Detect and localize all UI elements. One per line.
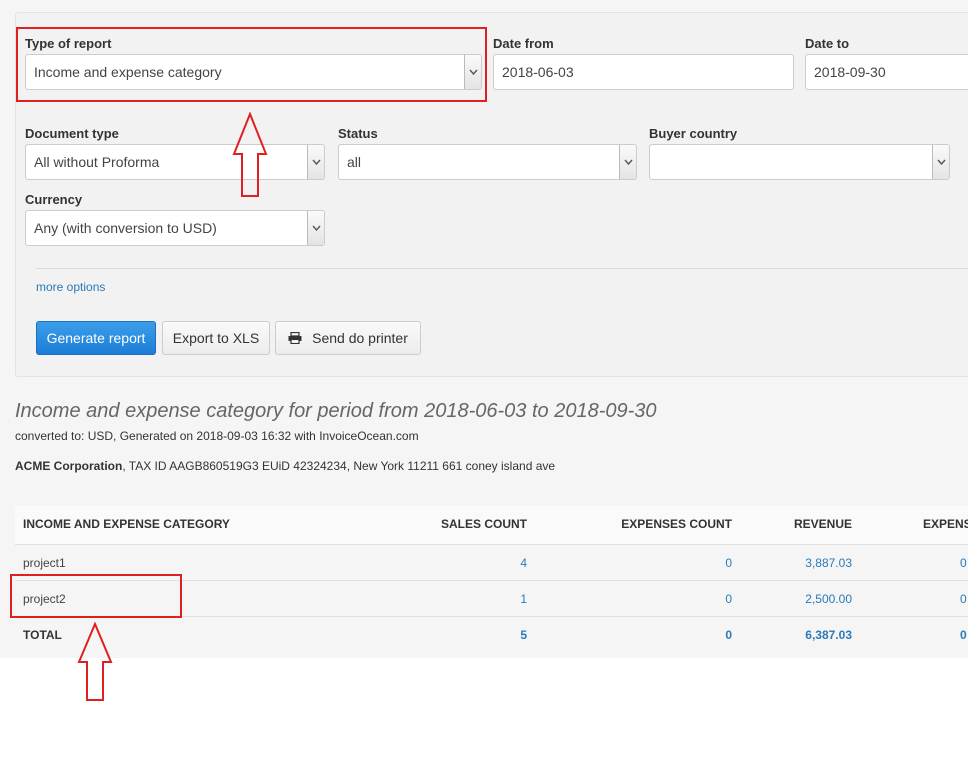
total-revenue[interactable]: 6,387.03 — [805, 628, 852, 642]
document-type-value: All without Proforma — [34, 154, 160, 170]
highlight-box-report-type — [16, 27, 487, 102]
column-header-expenses: EXPENS — [923, 517, 968, 531]
table-total-row: TOTAL 5 0 6,387.03 0 — [15, 616, 968, 658]
report-subtitle: converted to: USD, Generated on 2018-09-… — [15, 429, 419, 443]
document-type-label: Document type — [25, 126, 119, 141]
expenses-count-link[interactable]: 0 — [725, 592, 732, 606]
expenses-link[interactable]: 0 — [960, 556, 967, 570]
date-to-input[interactable]: 2018-09-30 — [805, 54, 968, 90]
chevron-down-icon — [619, 145, 636, 179]
currency-select[interactable]: Any (with conversion to USD) — [25, 210, 325, 246]
currency-label: Currency — [25, 192, 83, 207]
column-header-category: INCOME AND EXPENSE CATEGORY — [23, 517, 230, 531]
total-label: TOTAL — [23, 628, 62, 642]
date-to-label: Date to — [805, 36, 850, 51]
status-value: all — [347, 154, 362, 170]
export-xls-button[interactable]: Export to XLS — [162, 321, 270, 355]
panel-divider — [36, 268, 968, 269]
total-sales-count[interactable]: 5 — [520, 628, 527, 642]
column-header-sales-count: SALES COUNT — [440, 517, 527, 531]
sales-count-link[interactable]: 4 — [520, 556, 527, 570]
more-options-link[interactable]: more options — [36, 280, 105, 294]
category-cell: project1 — [23, 556, 66, 570]
company-name: ACME Corporation — [15, 459, 123, 473]
chevron-down-icon — [932, 145, 949, 179]
print-button[interactable]: Send do printer — [275, 321, 421, 355]
revenue-link[interactable]: 2,500.00 — [805, 592, 852, 606]
column-header-revenue: REVENUE — [793, 517, 852, 531]
company-info: ACME Corporation, TAX ID AAGB860519G3 EU… — [15, 459, 555, 473]
currency-value: Any (with conversion to USD) — [34, 220, 217, 236]
total-expenses-count[interactable]: 0 — [725, 628, 732, 642]
report-title: Income and expense category for period f… — [15, 400, 657, 422]
expenses-count-link[interactable]: 0 — [725, 556, 732, 570]
date-from-input[interactable]: 2018-06-03 — [493, 54, 794, 90]
column-header-expenses-count: EXPENSES COUNT — [621, 517, 732, 531]
printer-icon — [288, 332, 302, 344]
company-details: , TAX ID AAGB860519G3 EUiD 42324234, New… — [122, 459, 556, 473]
status-select[interactable]: all — [338, 144, 637, 180]
up-arrow-annotation — [77, 622, 113, 701]
total-expenses[interactable]: 0 — [960, 628, 967, 642]
revenue-link[interactable]: 3,887.03 — [805, 556, 852, 570]
table-header: INCOME AND EXPENSE CATEGORY SALES COUNT … — [15, 506, 968, 544]
highlight-box-project2 — [10, 574, 182, 618]
status-label: Status — [338, 126, 378, 141]
date-from-label: Date from — [493, 36, 554, 51]
generate-report-button[interactable]: Generate report — [36, 321, 156, 355]
buyer-country-label: Buyer country — [649, 126, 738, 141]
chevron-down-icon — [307, 211, 324, 245]
buyer-country-select[interactable] — [649, 144, 950, 180]
up-arrow-annotation — [232, 112, 268, 197]
expenses-link[interactable]: 0 — [960, 592, 967, 606]
print-button-label: Send do printer — [312, 330, 408, 346]
document-type-select[interactable]: All without Proforma — [25, 144, 325, 180]
chevron-down-icon — [307, 145, 324, 179]
sales-count-link[interactable]: 1 — [520, 592, 527, 606]
